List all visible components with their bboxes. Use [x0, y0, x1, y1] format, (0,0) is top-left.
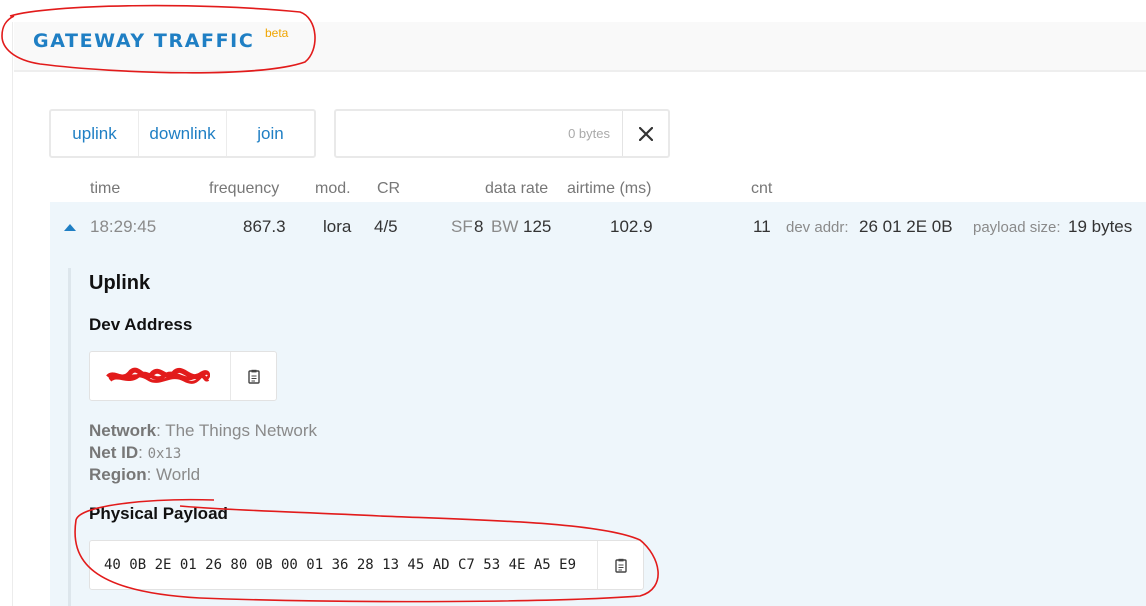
physical-payload-field: 40 0B 2E 01 26 80 0B 00 01 36 28 13 45 A…	[89, 540, 644, 590]
beta-badge: beta	[265, 26, 289, 40]
netid-label: Net ID	[89, 443, 139, 462]
network-info: Network: The Things Network	[89, 421, 317, 441]
copy-dev-address-button[interactable]	[230, 352, 276, 400]
column-header-time: time	[90, 180, 121, 197]
payload-filter-box	[334, 109, 670, 158]
page-title: GATEWAY TRAFFIC	[33, 30, 255, 52]
network-value: : The Things Network	[156, 421, 318, 440]
region-info: Region: World	[89, 465, 200, 485]
payload-filter-input[interactable]	[336, 111, 622, 156]
redacted-dev-address	[106, 367, 210, 384]
row-airtime: 102.9	[610, 217, 653, 236]
row-bw-value: 125	[523, 217, 552, 236]
row-dev-addr: 26 01 2E 0B	[859, 217, 953, 236]
netid-info: Net ID: 0x13	[89, 443, 181, 463]
row-payload-size: 19 bytes	[1068, 217, 1133, 236]
row-bw-label: BW	[491, 217, 519, 236]
row-dev-addr-label: dev addr:	[786, 219, 849, 236]
row-sf-label: SF	[451, 217, 473, 236]
detail-left-border	[68, 268, 71, 606]
close-icon	[638, 126, 653, 141]
row-payload-size-label: payload size:	[973, 219, 1061, 236]
physical-payload-heading: Physical Payload	[89, 504, 228, 523]
physical-payload-value: 40 0B 2E 01 26 80 0B 00 01 36 28 13 45 A…	[104, 557, 577, 573]
row-cnt: 11	[753, 217, 771, 236]
filter-downlink-button[interactable]: downlink	[139, 111, 227, 156]
network-label: Network	[89, 421, 157, 440]
dev-address-field	[89, 351, 277, 401]
page-frame-line	[12, 22, 13, 606]
row-time: 18:29:45	[90, 217, 157, 236]
copy-payload-button[interactable]	[597, 541, 643, 589]
column-header-frequency: frequency	[209, 180, 280, 197]
column-header-data-rate: data rate	[485, 180, 549, 197]
detail-heading: Uplink	[89, 272, 151, 294]
column-header-modulation: mod.	[315, 180, 351, 197]
traffic-filter-group: uplink downlink join	[49, 109, 316, 158]
clipboard-icon	[614, 558, 627, 573]
column-header-airtime: airtime (ms)	[567, 180, 652, 197]
row-modulation: lora	[323, 217, 352, 236]
clipboard-icon	[247, 369, 260, 384]
region-value: : World	[146, 465, 201, 484]
row-cr: 4/5	[374, 217, 398, 236]
region-label: Region	[89, 465, 147, 484]
dev-address-heading: Dev Address	[89, 315, 193, 334]
row-frequency: 867.3	[243, 217, 286, 236]
column-header-cr: CR	[377, 180, 401, 197]
netid-value: 0x13	[147, 446, 182, 462]
caret-up-icon[interactable]	[64, 224, 76, 231]
clear-filter-button[interactable]	[622, 111, 668, 156]
column-header-cnt: cnt	[751, 180, 773, 197]
filter-join-button[interactable]: join	[227, 111, 314, 156]
filter-uplink-button[interactable]: uplink	[51, 111, 139, 156]
row-sf-value: 8	[474, 217, 484, 236]
netid-separator: :	[138, 443, 148, 462]
